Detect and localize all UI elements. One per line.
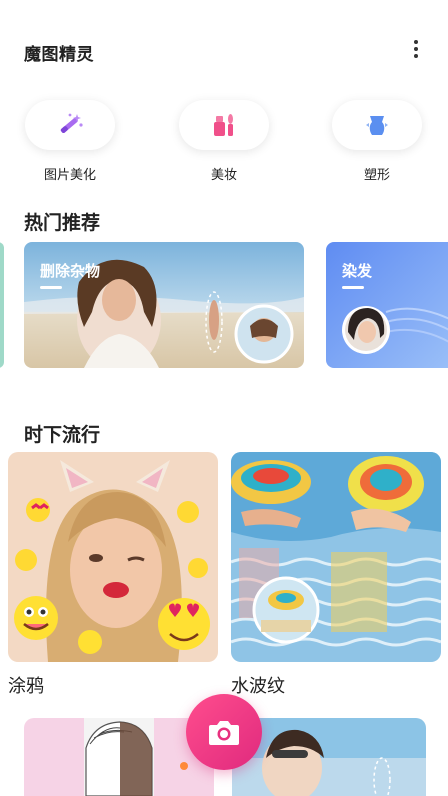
- caption-underline: [40, 286, 62, 289]
- camera-button[interactable]: [186, 694, 262, 770]
- tool-photo-beautify[interactable]: 图片美化: [20, 100, 120, 183]
- tool-shortcuts: 图片美化 美妆 塑形: [0, 100, 448, 190]
- hot-carousel[interactable]: 删除杂物 染发: [0, 242, 448, 368]
- doodle-photo: [8, 452, 218, 662]
- tool-body-shape[interactable]: 塑形: [327, 100, 427, 183]
- camera-icon: [209, 721, 239, 745]
- section-title-hot: 热门推荐: [24, 212, 101, 234]
- trend-label: 水波纹: [231, 676, 285, 697]
- trend-card-water-ripple[interactable]: [231, 452, 441, 662]
- hot-card-partial[interactable]: [0, 242, 4, 368]
- body-shape-icon: [332, 100, 422, 150]
- app-title: 魔图精灵: [24, 45, 94, 65]
- tool-label: 图片美化: [43, 168, 96, 183]
- trend-label: 涂鸦: [8, 676, 44, 697]
- makeup-icon: [179, 100, 269, 150]
- tool-label: 塑形: [363, 168, 390, 183]
- hot-card-remove-objects[interactable]: 删除杂物: [24, 242, 304, 368]
- trend-card-doodle[interactable]: [8, 452, 218, 662]
- section-title-trending: 时下流行: [24, 424, 101, 446]
- hot-card-caption: 染发: [342, 262, 373, 280]
- tool-label: 美妆: [210, 168, 237, 183]
- hot-card-caption: 删除杂物: [40, 262, 101, 280]
- magic-wand-icon: [25, 100, 115, 150]
- tool-makeup[interactable]: 美妆: [174, 100, 274, 183]
- more-vertical-icon[interactable]: [404, 34, 428, 64]
- header: 魔图精灵: [0, 0, 448, 90]
- hot-card-hair-dye[interactable]: 染发: [326, 242, 448, 368]
- water-ripple-photo: [231, 452, 441, 662]
- caption-underline: [342, 286, 364, 289]
